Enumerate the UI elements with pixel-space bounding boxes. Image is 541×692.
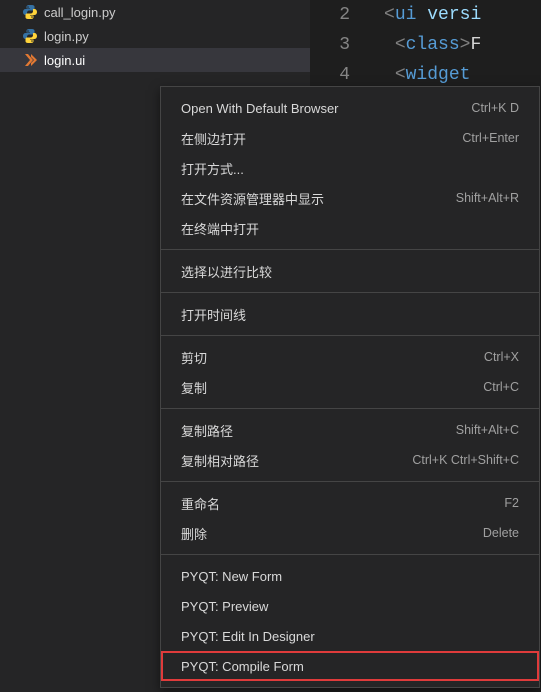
menu-item-shortcut: Ctrl+Enter — [462, 131, 519, 145]
menu-item-shortcut: Ctrl+K D — [471, 101, 519, 115]
menu-item[interactable]: 复制 Ctrl+C — [161, 372, 539, 402]
menu-item-label: 在文件资源管理器中显示 — [181, 189, 324, 208]
menu-item[interactable]: 剪切 Ctrl+X — [161, 342, 539, 372]
menu-item[interactable]: 删除 Delete — [161, 518, 539, 548]
menu-item[interactable]: PYQT: Edit In Designer — [161, 621, 539, 651]
menu-item-label: 选择以进行比较 — [181, 262, 272, 281]
menu-item-label: PYQT: New Form — [181, 569, 282, 584]
app-root: call_login.py login.py login.ui 234 <ui ve… — [0, 0, 541, 692]
menu-item-label: 删除 — [181, 524, 207, 543]
line-number: 2 — [310, 0, 372, 30]
file-item-call_login-py[interactable]: call_login.py — [0, 0, 310, 24]
menu-item[interactable]: PYQT: New Form — [161, 561, 539, 591]
menu-item[interactable]: 复制相对路径 Ctrl+K Ctrl+Shift+C — [161, 445, 539, 475]
code-line: <class>F — [384, 30, 481, 60]
menu-item-label: PYQT: Preview — [181, 599, 268, 614]
menu-item-shortcut: Ctrl+C — [483, 380, 519, 394]
menu-item[interactable]: PYQT: Preview — [161, 591, 539, 621]
menu-item[interactable]: Open With Default Browser Ctrl+K D — [161, 93, 539, 123]
menu-item-shortcut: Shift+Alt+R — [456, 191, 519, 205]
file-item-login-ui[interactable]: login.ui — [0, 48, 310, 72]
menu-item[interactable]: PYQT: Compile Form — [161, 651, 539, 681]
menu-separator — [161, 335, 539, 336]
menu-item-label: 复制相对路径 — [181, 451, 259, 470]
menu-item-label: 在终端中打开 — [181, 219, 259, 238]
menu-item[interactable]: 打开方式... — [161, 153, 539, 183]
menu-separator — [161, 408, 539, 409]
menu-item[interactable]: 选择以进行比较 — [161, 256, 539, 286]
file-label: login.py — [44, 29, 89, 44]
ui-icon — [22, 52, 38, 68]
menu-item-shortcut: Ctrl+X — [484, 350, 519, 364]
file-label: login.ui — [44, 53, 85, 68]
menu-item-label: 复制路径 — [181, 421, 233, 440]
menu-item-label: PYQT: Edit In Designer — [181, 629, 315, 644]
editor-gutter: 234 — [310, 0, 372, 90]
menu-item-label: 打开时间线 — [181, 305, 246, 324]
menu-item-label: PYQT: Compile Form — [181, 659, 304, 674]
editor-code: <ui versi <class>F <widget — [384, 0, 481, 90]
menu-item[interactable]: 在终端中打开 — [161, 213, 539, 243]
python-icon — [22, 4, 38, 20]
menu-item[interactable]: 重命名 F2 — [161, 488, 539, 518]
menu-separator — [161, 292, 539, 293]
menu-item-shortcut: Shift+Alt+C — [456, 423, 519, 437]
menu-item-label: 复制 — [181, 378, 207, 397]
menu-item[interactable]: 在文件资源管理器中显示 Shift+Alt+R — [161, 183, 539, 213]
menu-item-label: 打开方式... — [181, 159, 244, 178]
python-icon — [22, 28, 38, 44]
menu-item[interactable]: 打开时间线 — [161, 299, 539, 329]
menu-item-shortcut: Delete — [483, 526, 519, 540]
menu-item-label: 在侧边打开 — [181, 129, 246, 148]
menu-separator — [161, 481, 539, 482]
menu-item-label: 重命名 — [181, 494, 220, 513]
file-label: call_login.py — [44, 5, 116, 20]
menu-item-shortcut: F2 — [504, 496, 519, 510]
context-menu[interactable]: Open With Default Browser Ctrl+K D 在侧边打开 Ct… — [160, 86, 540, 688]
code-line: <ui versi — [384, 0, 481, 30]
menu-item-shortcut: Ctrl+K Ctrl+Shift+C — [412, 453, 519, 467]
file-tree: call_login.py login.py login.ui — [0, 0, 310, 72]
file-item-login-py[interactable]: login.py — [0, 24, 310, 48]
menu-item[interactable]: 复制路径 Shift+Alt+C — [161, 415, 539, 445]
menu-separator — [161, 249, 539, 250]
menu-item[interactable]: 在侧边打开 Ctrl+Enter — [161, 123, 539, 153]
line-number: 3 — [310, 30, 372, 60]
menu-item-label: Open With Default Browser — [181, 101, 339, 116]
menu-item-label: 剪切 — [181, 348, 207, 367]
menu-separator — [161, 554, 539, 555]
